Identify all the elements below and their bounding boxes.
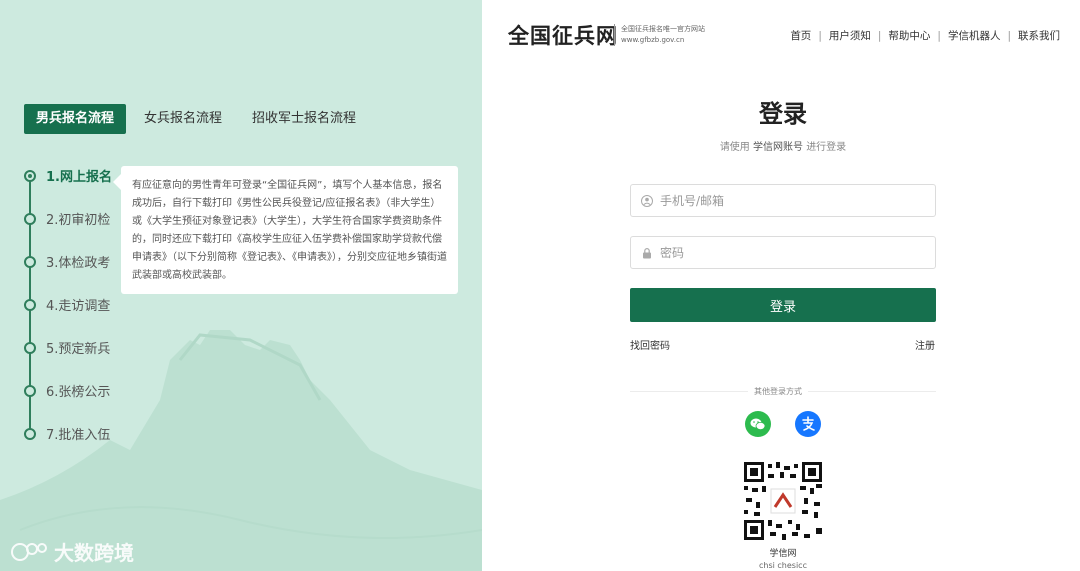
login-button[interactable]: 登录 (630, 288, 936, 322)
step-visit-investigation[interactable]: 4.走访调查 (24, 295, 110, 314)
logo-subtitle: 全国征兵报名唯一官方网站 www.gfbzb.gov.cn (621, 24, 705, 46)
step-label: 7.批准入伍 (46, 428, 111, 443)
tab-female-process[interactable]: 女兵报名流程 (132, 104, 234, 134)
nav-help-center[interactable]: 帮助中心 (888, 28, 930, 43)
alipay-icon (802, 416, 815, 431)
step-label: 6.张榜公示 (46, 385, 111, 400)
logo-url: www.gfbzb.gov.cn (621, 36, 685, 44)
step-dot-icon (24, 341, 36, 354)
step-label: 2.初审初检 (46, 213, 111, 228)
qr-code-image (744, 462, 822, 540)
subtitle-suffix: 进行登录 (806, 142, 847, 153)
logo-tagline: 全国征兵报名唯一官方网站 (621, 25, 705, 33)
forgot-password-link[interactable]: 找回密码 (630, 337, 670, 352)
site-logo[interactable]: 全国征兵网 (508, 20, 618, 50)
nav-chsi-robot[interactable]: 学信机器人 (948, 28, 1001, 43)
password-input[interactable] (660, 245, 920, 260)
process-panel: 男兵报名流程 女兵报名流程 招收军士报名流程 1.网上报名 2.初审初检 3.体… (0, 0, 482, 571)
step-public-notice[interactable]: 6.张榜公示 (24, 381, 110, 400)
qr-code-label: 学信网 (769, 549, 797, 559)
step-label: 5.预定新兵 (46, 342, 111, 357)
step-dot-icon (24, 169, 36, 182)
step-approve-enlist[interactable]: 7.批准入伍 (24, 424, 110, 443)
logo-divider (614, 24, 615, 46)
qr-code-sublabel: chsi chesicc (759, 561, 807, 570)
wechat-login-button[interactable] (745, 411, 771, 437)
qr-code (744, 462, 822, 540)
user-icon (641, 194, 653, 207)
subtitle-account: 学信网账号 (753, 142, 803, 153)
top-nav: 首页 | 用户须知 | 帮助中心 | 学信机器人 | 联系我们 (790, 28, 1060, 43)
wechat-icon (750, 418, 766, 430)
nav-separator: | (818, 29, 822, 42)
nav-user-notice[interactable]: 用户须知 (829, 28, 871, 43)
username-input[interactable] (660, 193, 920, 208)
subtitle-prefix: 请使用 (719, 142, 750, 153)
step-label: 3.体检政考 (46, 256, 111, 271)
watermark-text: 大数跨境 (54, 541, 134, 565)
step-preliminary-review[interactable]: 2.初审初检 (24, 209, 110, 228)
step-dot-icon (24, 427, 36, 440)
register-link[interactable]: 注册 (915, 337, 935, 352)
step-label: 4.走访调查 (46, 299, 111, 314)
watermark: 大数跨境 (10, 537, 134, 566)
watermark-logo-icon (11, 542, 47, 561)
nav-home[interactable]: 首页 (790, 28, 811, 43)
tab-nco-process[interactable]: 招收军士报名流程 (240, 104, 368, 134)
tab-male-process[interactable]: 男兵报名流程 (24, 104, 127, 134)
login-subtitle: 请使用 学信网账号 进行登录 (630, 138, 936, 153)
password-field[interactable] (630, 236, 936, 269)
step-dot-icon (24, 255, 36, 268)
username-field[interactable] (630, 184, 936, 217)
nav-contact-us[interactable]: 联系我们 (1018, 28, 1060, 43)
step-label: 1.网上报名 (46, 170, 112, 185)
step-description-tooltip: 有应征意向的男性青年可登录“全国征兵网”，填写个人基本信息，报名成功后，自行下载… (113, 166, 458, 294)
nav-separator: | (877, 29, 882, 42)
step-reserve-recruits[interactable]: 5.预定新兵 (24, 338, 110, 357)
process-tabs: 男兵报名流程 女兵报名流程 招收军士报名流程 (24, 104, 374, 134)
step-dot-icon (24, 298, 36, 311)
step-online-register[interactable]: 1.网上报名 (24, 166, 112, 185)
nav-separator: | (1007, 29, 1011, 42)
step-dot-icon (24, 212, 36, 225)
step-dot-icon (24, 384, 36, 397)
alipay-login-button[interactable] (795, 411, 821, 437)
step-medical-political[interactable]: 3.体检政考 (24, 252, 110, 271)
lock-icon (643, 247, 651, 258)
other-login-label: 其他登录方式 (748, 386, 808, 397)
login-title: 登录 (759, 100, 807, 128)
nav-separator: | (937, 29, 941, 42)
